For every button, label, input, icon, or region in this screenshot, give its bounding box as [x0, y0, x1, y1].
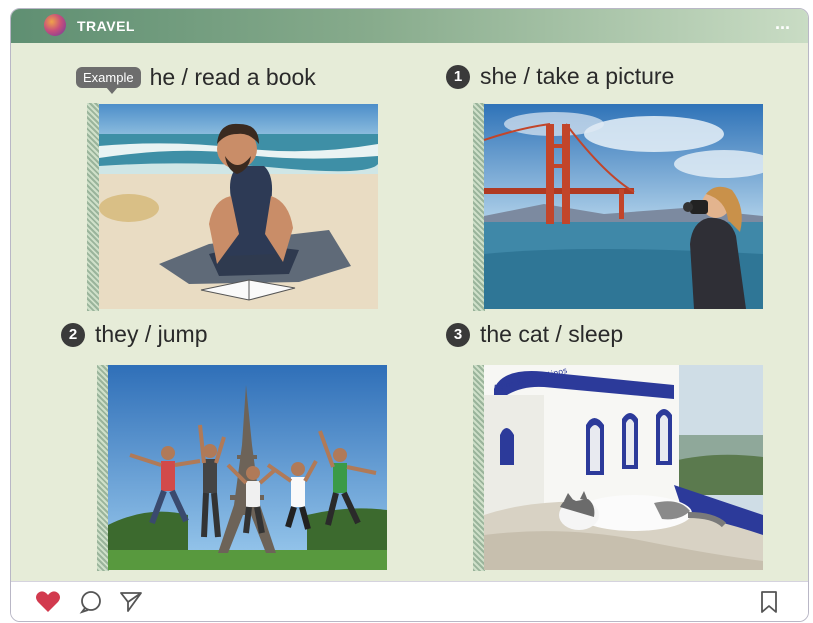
item-1-title: she / take a picture: [480, 63, 675, 89]
example-title: he / read a book: [149, 64, 316, 90]
example-title-row: Example he / read a book: [76, 64, 316, 94]
post-footer: [11, 581, 808, 621]
item-3-number: 3: [446, 322, 470, 347]
photo-friends-jumping-eiffel: [108, 365, 387, 570]
photo-cat-sleeping-by-church: Agios Konstantinos: [484, 365, 763, 570]
more-options-icon[interactable]: ...: [775, 13, 790, 34]
example-badge: Example: [76, 67, 141, 94]
photo-frame-edge: [87, 103, 99, 311]
photo-woman-photographing-bridge: [484, 104, 763, 309]
item-1-number: 1: [446, 64, 470, 89]
photo-man-reading-on-beach: [99, 104, 378, 309]
send-icon[interactable]: [119, 590, 143, 619]
item-2-title-row: 2 they / jump: [61, 321, 208, 348]
post-content: Example he / read a book 1 she / take a …: [11, 43, 808, 581]
bookmark-icon[interactable]: [759, 590, 779, 619]
heart-icon[interactable]: [35, 590, 61, 619]
post-card: TRAVEL ... Example he / read a book 1 sh…: [10, 8, 809, 622]
item-1-title-row: 1 she / take a picture: [446, 63, 674, 90]
post-title: TRAVEL: [77, 18, 135, 34]
item-3-title-row: 3 the cat / sleep: [446, 321, 623, 348]
comment-icon[interactable]: [79, 590, 103, 619]
item-2-number: 2: [61, 322, 85, 347]
avatar[interactable]: [44, 14, 66, 36]
item-3-title: the cat / sleep: [480, 321, 624, 347]
item-2-title: they / jump: [95, 321, 208, 347]
post-header: TRAVEL ...: [11, 9, 808, 43]
